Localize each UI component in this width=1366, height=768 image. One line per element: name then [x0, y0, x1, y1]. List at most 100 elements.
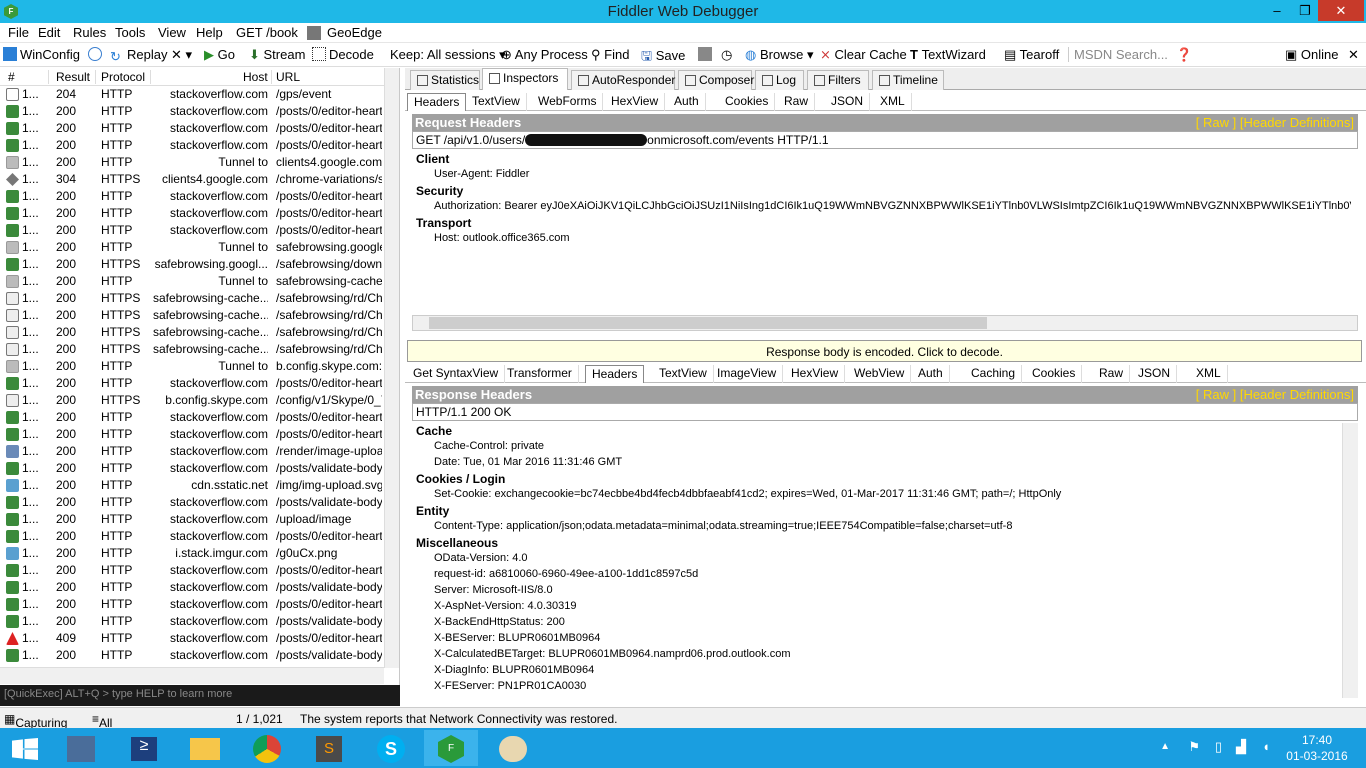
- session-row[interactable]: 1... 200 HTTP stackoverflow.com/posts/0/edi…: [0, 137, 384, 154]
- find-button[interactable]: ⚲ Find: [591, 47, 629, 63]
- header-item[interactable]: X-BEServer: BLUPR0601MB0964: [434, 632, 600, 644]
- session-row[interactable]: 1... 200 HTTP stackoverflow.com/posts/0/edi…: [0, 222, 384, 239]
- quickexec-input[interactable]: [QuickExec] ALT+Q > type HELP to learn m…: [0, 685, 400, 706]
- header-item[interactable]: Server: Microsoft-IIS/8.0: [434, 584, 553, 596]
- session-row[interactable]: 1... 200 HTTP i.stack.imgur.com/g0uCx.png: [0, 545, 384, 562]
- session-row[interactable]: 1... 200 HTTP stackoverflow.com/posts/0/edi…: [0, 375, 384, 392]
- menu-geoedge[interactable]: GeoEdge: [327, 25, 382, 40]
- chrome-icon[interactable]: [240, 730, 294, 766]
- tray-expand-icon[interactable]: ▲: [1160, 741, 1170, 752]
- header-item[interactable]: X-DiagInfo: BLUPR0601MB0964: [434, 664, 594, 676]
- close-toolbar-button[interactable]: ✕: [1348, 47, 1359, 63]
- close-button[interactable]: ✕: [1318, 0, 1364, 21]
- session-row[interactable]: 1... 200 HTTPS safebrowsing-cache... /safebr…: [0, 307, 384, 324]
- header-section[interactable]: Miscellaneous: [416, 536, 498, 550]
- screenshot-button[interactable]: [698, 47, 715, 62]
- file-explorer-icon[interactable]: [178, 730, 232, 766]
- session-row[interactable]: 1... 200 HTTP stackoverflow.com/posts/0/edi…: [0, 188, 384, 205]
- session-row[interactable]: 1... 200 HTTP stackoverflow.com/posts/0/edi…: [0, 205, 384, 222]
- volume-icon[interactable]: ◖: [1262, 739, 1270, 754]
- header-item[interactable]: X-AspNet-Version: 4.0.30319: [434, 600, 576, 612]
- session-row[interactable]: 1... 409 HTTP stackoverflow.com/posts/0/edi…: [0, 630, 384, 647]
- session-row[interactable]: 1... 200 HTTP Tunnel to safebrowsing.google.…: [0, 239, 384, 256]
- sublime-icon[interactable]: S: [302, 730, 356, 766]
- session-row[interactable]: 1... 200 HTTPS safebrowsing-cache... /safebr…: [0, 341, 384, 358]
- column-protocol[interactable]: Protocol: [101, 70, 145, 84]
- column-host[interactable]: Host: [243, 70, 268, 84]
- session-row[interactable]: 1... 200 HTTP stackoverflow.com/upload/imag…: [0, 511, 384, 528]
- any-process-button[interactable]: ⊕ Any Process: [501, 47, 588, 63]
- minimize-button[interactable]: –: [1264, 0, 1290, 21]
- stream-button[interactable]: ⬇ Stream: [249, 47, 305, 63]
- menu-rules[interactable]: Rules: [73, 25, 106, 40]
- menu-view[interactable]: View: [158, 25, 186, 40]
- header-item[interactable]: Cache-Control: private: [434, 440, 544, 452]
- column-result[interactable]: Result: [56, 70, 90, 84]
- go-button[interactable]: ▶ Go: [204, 47, 235, 63]
- session-row[interactable]: 1... 200 HTTP stackoverflow.com/posts/valid…: [0, 494, 384, 511]
- menu-file[interactable]: File: [8, 25, 29, 40]
- clear-cache-button[interactable]: ⨯ Clear Cache: [820, 47, 907, 63]
- action-center-icon[interactable]: ⚑: [1188, 739, 1200, 755]
- keep-sessions-dropdown[interactable]: Keep: All sessions ▾: [390, 47, 506, 63]
- header-section[interactable]: Cache: [416, 424, 452, 438]
- header-section[interactable]: Entity: [416, 504, 449, 518]
- session-row[interactable]: 1... 200 HTTP stackoverflow.com/render/imag…: [0, 443, 384, 460]
- session-row[interactable]: 1... 200 HTTP Tunnel to b.config.skype.com:4: [0, 358, 384, 375]
- restore-button[interactable]: ❐: [1292, 0, 1318, 21]
- menu-tools[interactable]: Tools: [115, 25, 145, 40]
- header-item[interactable]: request-id: a6810060-6960-49ee-a100-1dd1…: [434, 568, 698, 580]
- response-vertical-scrollbar[interactable]: [1342, 423, 1358, 698]
- save-button[interactable]: 🖫 Save: [641, 47, 685, 69]
- header-item[interactable]: X-FEServer: PN1PR01CA0030: [434, 680, 586, 692]
- header-section[interactable]: Cookies / Login: [416, 472, 505, 486]
- sessions-horizontal-scrollbar[interactable]: [0, 667, 384, 684]
- session-row[interactable]: 1... 200 HTTP stackoverflow.com/posts/0/edi…: [0, 409, 384, 426]
- clock[interactable]: 17:40 01-03-2016: [1286, 732, 1348, 764]
- network-signal-icon[interactable]: ▟: [1236, 739, 1246, 755]
- winconfig-button[interactable]: WinConfig: [3, 47, 80, 62]
- remove-button[interactable]: ✕ ▾: [171, 47, 192, 63]
- header-item[interactable]: X-CalculatedBETarget: BLUPR0601MB0964.na…: [434, 648, 790, 660]
- help-icon[interactable]: ❓: [1176, 47, 1192, 63]
- fiddler-taskbar-icon[interactable]: F: [424, 730, 478, 766]
- session-row[interactable]: 1... 200 HTTP stackoverflow.com/posts/0/edi…: [0, 120, 384, 137]
- column-number[interactable]: #: [8, 70, 15, 84]
- session-row[interactable]: 1... 204 HTTP stackoverflow.com/gps/event: [0, 86, 384, 103]
- session-row[interactable]: 1... 304 HTTPS clients4.google.com/chrome-v…: [0, 171, 384, 188]
- browse-button[interactable]: ◍ Browse ▾: [745, 47, 813, 63]
- sessions-vertical-scrollbar[interactable]: [384, 68, 399, 668]
- server-manager-icon[interactable]: [55, 730, 109, 766]
- session-row[interactable]: 1... 200 HTTP stackoverflow.com/posts/0/edi…: [0, 103, 384, 120]
- session-row[interactable]: 1... 200 HTTP stackoverflow.com/posts/valid…: [0, 613, 384, 630]
- session-row[interactable]: 1... 200 HTTP stackoverflow.com/posts/0/edi…: [0, 528, 384, 545]
- session-row[interactable]: 1... 200 HTTP Tunnel to safebrowsing-cache.g: [0, 273, 384, 290]
- session-row[interactable]: 1... 200 HTTP stackoverflow.com/posts/valid…: [0, 647, 384, 664]
- capturing-indicator[interactable]: ▦ Capturing: [4, 712, 67, 730]
- session-row[interactable]: 1... 200 HTTP stackoverflow.com/posts/valid…: [0, 579, 384, 596]
- session-row[interactable]: 1... 200 HTTP stackoverflow.com/posts/0/edi…: [0, 562, 384, 579]
- session-row[interactable]: 1... 200 HTTPS safebrowsing.googl... /safebr…: [0, 256, 384, 273]
- header-item[interactable]: OData-Version: 4.0: [434, 552, 528, 564]
- menu-edit[interactable]: Edit: [38, 25, 60, 40]
- process-filter[interactable]: ≡ All Processes: [92, 712, 155, 744]
- header-item[interactable]: Set-Cookie: exchangecookie=bc74ecbbe4bd4…: [434, 488, 1061, 500]
- paint-icon[interactable]: [486, 730, 540, 766]
- skype-icon[interactable]: S: [364, 730, 418, 766]
- header-item[interactable]: Date: Tue, 01 Mar 2016 11:31:46 GMT: [434, 456, 622, 468]
- session-row[interactable]: 1... 200 HTTPS safebrowsing-cache... /safebr…: [0, 324, 384, 341]
- msdn-search-input[interactable]: MSDN Search...: [1068, 47, 1172, 62]
- session-row[interactable]: 1... 200 HTTPS safebrowsing-cache... /safebr…: [0, 290, 384, 307]
- textwizard-button[interactable]: T TextWizard: [910, 47, 986, 62]
- session-row[interactable]: 1... 200 HTTP stackoverflow.com/posts/0/edi…: [0, 596, 384, 613]
- session-row[interactable]: 1... 200 HTTP stackoverflow.com/posts/0/edi…: [0, 426, 384, 443]
- column-url[interactable]: URL: [276, 70, 300, 84]
- menu-help[interactable]: Help: [196, 25, 223, 40]
- start-button[interactable]: [0, 730, 54, 766]
- header-item[interactable]: X-BackEndHttpStatus: 200: [434, 616, 565, 628]
- menu-get-book[interactable]: GET /book: [236, 25, 298, 40]
- timer-button[interactable]: ◷: [721, 47, 732, 63]
- session-row[interactable]: 1... 200 HTTP Tunnel to clients4.google.com:…: [0, 154, 384, 171]
- header-item[interactable]: Content-Type: application/json;odata.met…: [434, 520, 1012, 532]
- session-row[interactable]: 1... 200 HTTP stackoverflow.com/posts/valid…: [0, 460, 384, 477]
